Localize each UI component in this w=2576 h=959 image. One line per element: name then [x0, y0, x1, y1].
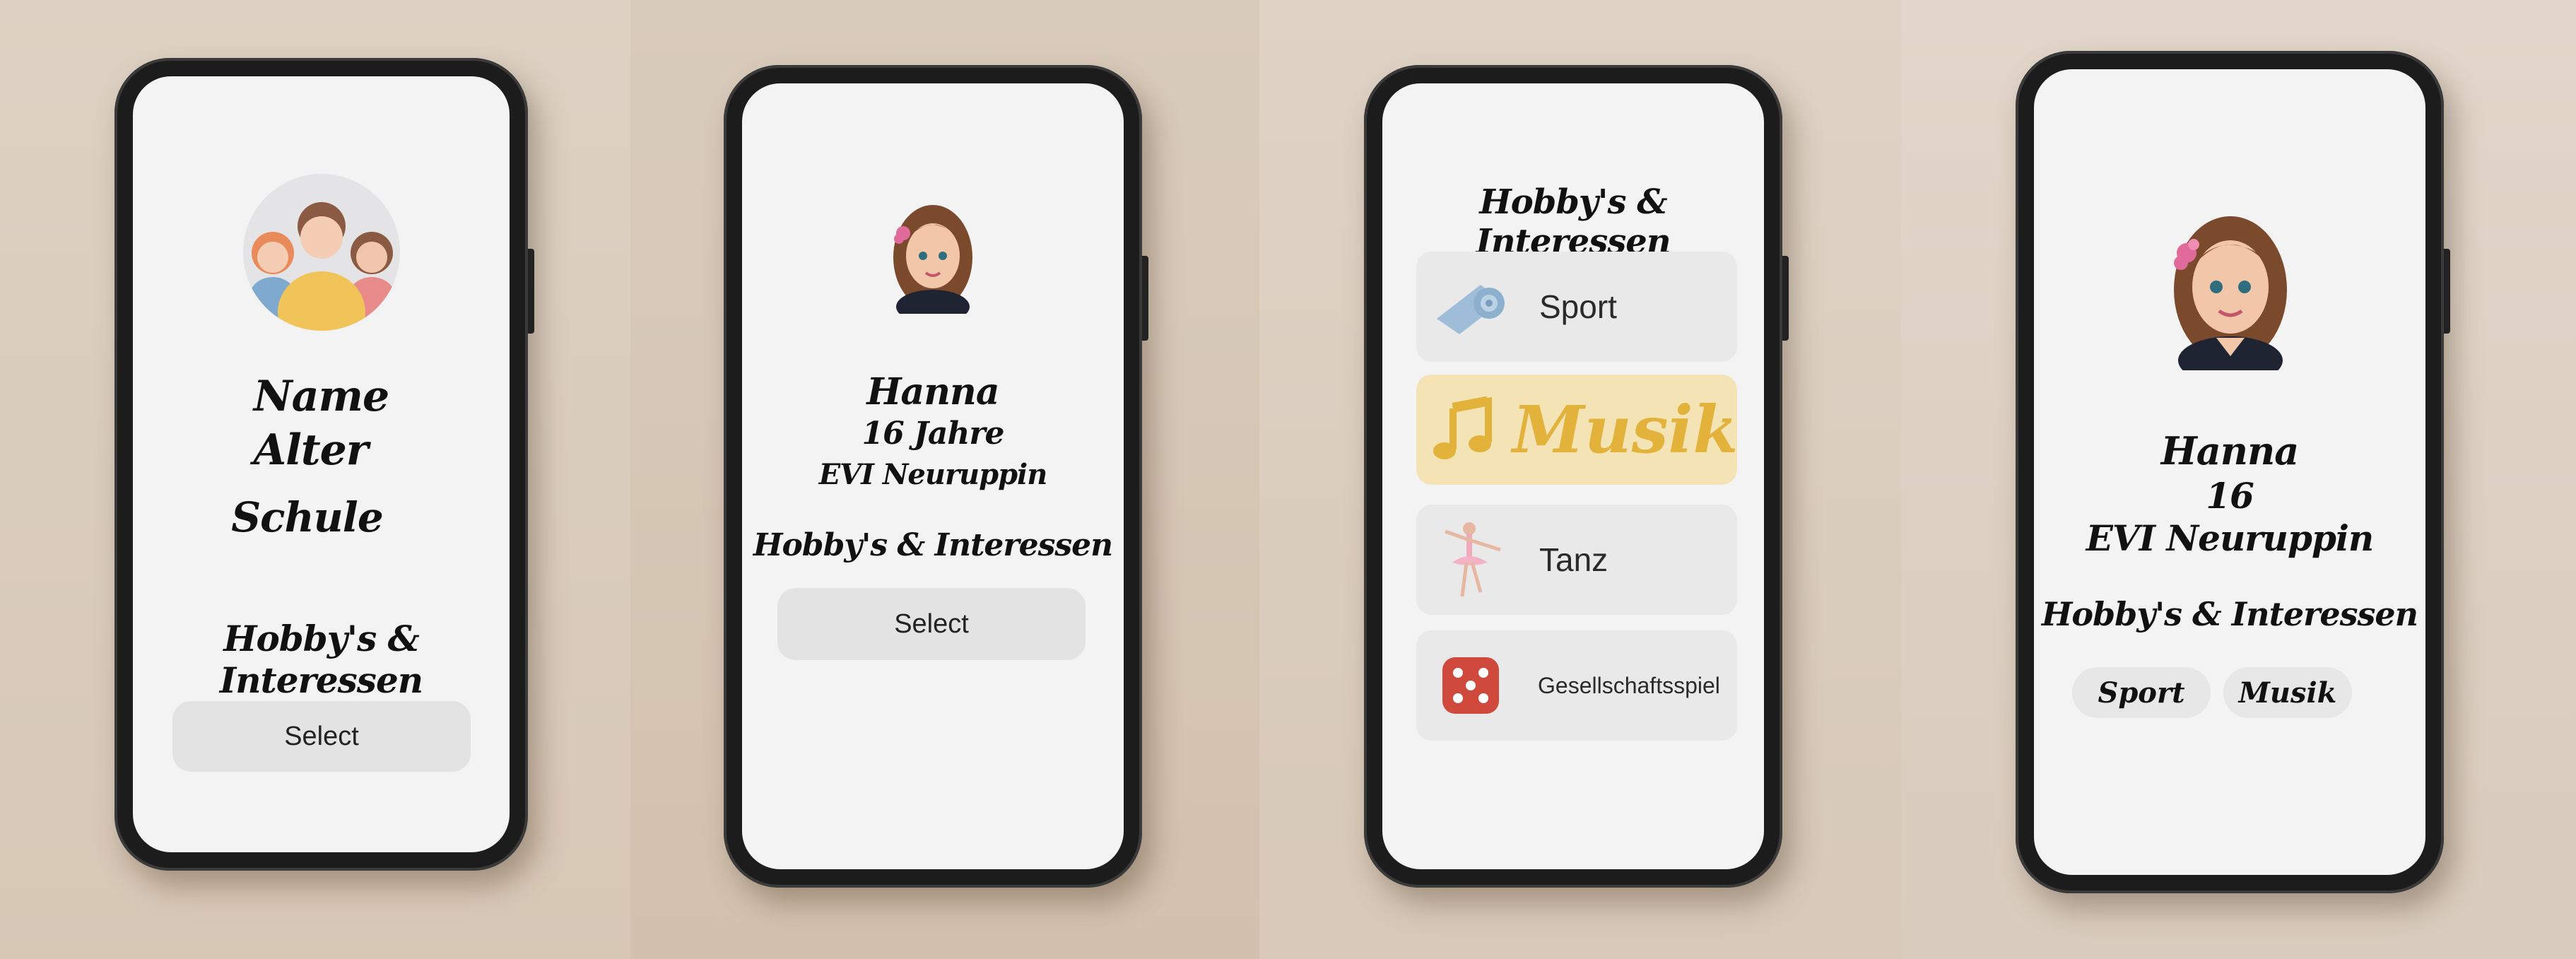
option-label: Sport: [1539, 288, 1617, 325]
ballerina-icon: [1429, 518, 1512, 601]
name-value: Hanna: [2160, 428, 2300, 473]
school-value: EVI Neuruppin: [818, 458, 1048, 491]
phone-frame: Hanna 16 EVI Neuruppin Hobby's & Interes…: [2016, 51, 2450, 893]
hobbies-heading: Hobby's & Interessen: [753, 527, 1113, 563]
phone-frame: Hanna 16 Jahre EVI Neuruppin Hobby's & I…: [724, 65, 1148, 888]
girl-avatar-icon: [2165, 211, 2295, 384]
phone-screen: Name Alter Schule Hobby's & Interessen S…: [133, 76, 510, 852]
girl-avatar-icon: [886, 201, 980, 324]
hobbies-heading: Hobby's & Interessen: [1476, 182, 1671, 261]
option-label: Tanz: [1539, 541, 1608, 578]
name-value: Hanna: [866, 370, 999, 413]
music-note-icon: [1429, 388, 1497, 471]
select-button[interactable]: Select: [172, 701, 471, 772]
age-value: 16 Jahre: [861, 416, 1004, 452]
phone-screen: Hanna 16 EVI Neuruppin Hobby's & Interes…: [2034, 69, 2425, 875]
option-sport[interactable]: Sport: [1416, 252, 1737, 362]
panel-profile-template: Name Alter Schule Hobby's & Interessen S…: [0, 0, 630, 959]
school-value: EVI Neuruppin: [2086, 517, 2375, 559]
phone-screen: Hobby's & Interessen Sport Musik Tanz Ge…: [1382, 83, 1764, 869]
hobbies-heading: Hobby's & Interessen: [2041, 595, 2418, 633]
phone-frame: Hobby's & Interessen Sport Musik Tanz Ge…: [1364, 65, 1789, 888]
age-label: Alter: [253, 425, 369, 475]
panel-profile-filled: Hanna 16 Jahre EVI Neuruppin Hobby's & I…: [630, 0, 1259, 959]
hobby-chips: Sport Musik: [2072, 667, 2397, 718]
panel-hobby-selection: Hobby's & Interessen Sport Musik Tanz Ge…: [1259, 0, 1901, 959]
option-tanz[interactable]: Tanz: [1416, 505, 1737, 615]
option-musik[interactable]: Musik: [1416, 375, 1739, 485]
option-label: Musik: [1512, 392, 1739, 468]
dice-icon: [1429, 644, 1512, 727]
option-label: Gesellschaftsspiel: [1538, 672, 1720, 698]
age-value: 16: [2206, 475, 2254, 517]
family-group-icon: [243, 174, 400, 331]
name-label: Name: [253, 372, 389, 421]
yoga-mat-icon: [1429, 265, 1512, 348]
select-button[interactable]: Select: [777, 588, 1086, 660]
phone-screen: Hanna 16 Jahre EVI Neuruppin Hobby's & I…: [742, 83, 1124, 869]
chip-musik[interactable]: Musik: [2223, 667, 2352, 718]
phone-frame: Name Alter Schule Hobby's & Interessen S…: [114, 58, 534, 871]
school-label: Schule: [231, 493, 383, 541]
option-gesellschaftsspiel[interactable]: Gesellschaftsspiel: [1416, 630, 1737, 741]
hobbies-heading: Hobby's & Interessen: [219, 618, 423, 701]
chip-sport[interactable]: Sport: [2072, 667, 2211, 718]
panel-profile-complete: Hanna 16 EVI Neuruppin Hobby's & Interes…: [1901, 0, 2576, 959]
